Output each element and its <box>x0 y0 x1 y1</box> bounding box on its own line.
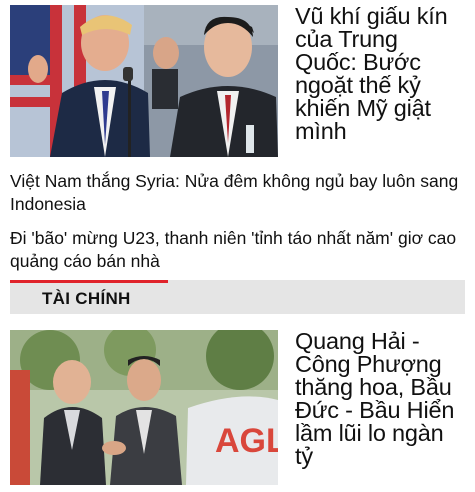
top-story[interactable]: Vũ khí giấu kín của Trung Quốc: Bước ngo… <box>10 4 465 160</box>
top-story-title[interactable]: Vũ khí giấu kín của Trung Quốc: Bước ngo… <box>295 4 465 143</box>
top-story-thumbnail[interactable] <box>10 5 278 157</box>
section-accent-line <box>10 280 168 283</box>
section-label-tai-chinh[interactable]: TÀI CHÍNH <box>42 289 131 309</box>
headline-link[interactable]: Đi 'bão' mừng U23, thanh niên 'tỉnh táo … <box>10 227 465 273</box>
second-story-thumbnail[interactable]: AGL <box>10 330 278 485</box>
section-header: TÀI CHÍNH <box>10 280 465 314</box>
second-story-title[interactable]: Quang Hải - Công Phượng thăng hoa, Bầu Đ… <box>295 329 465 468</box>
second-story[interactable]: AGL Quang Hải - Công Phượng thăng hoa, B… <box>10 329 465 485</box>
headline-link[interactable]: Việt Nam thắng Syria: Nửa đêm không ngủ … <box>10 170 465 216</box>
svg-text:AGL: AGL <box>215 422 278 460</box>
